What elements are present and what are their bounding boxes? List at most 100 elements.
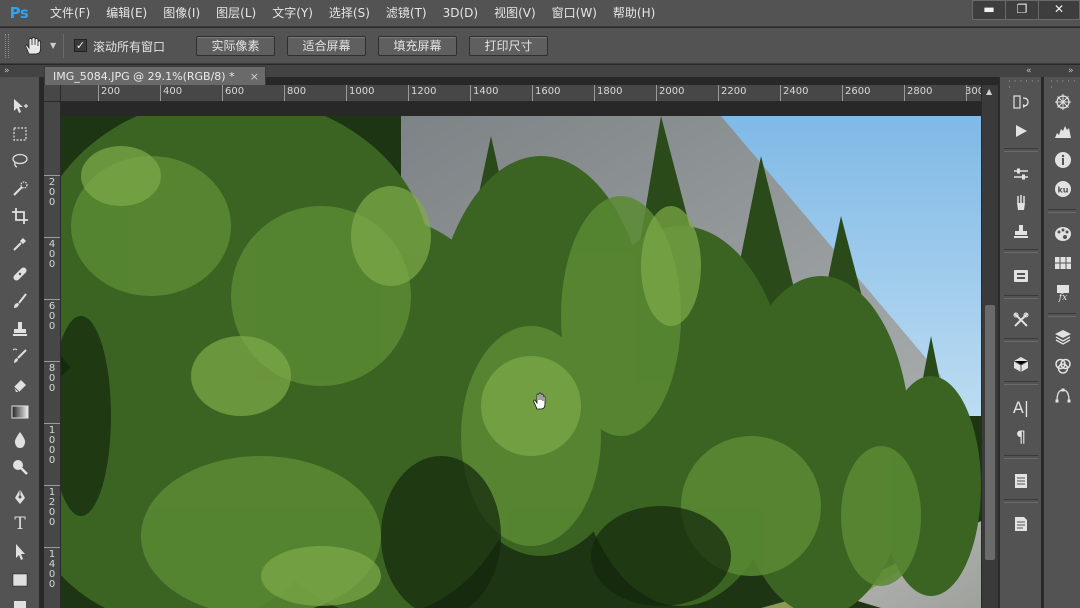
expand-toolbox-icon[interactable]: » (4, 65, 10, 77)
move-tool-icon[interactable] (8, 95, 32, 117)
menu-bar: Ps 文件(F) 编辑(E) 图像(I) 图层(L) 文字(Y) 选择(S) 滤… (0, 0, 1080, 27)
menu-window[interactable]: 窗口(W) (544, 0, 605, 27)
healing-brush-tool-icon[interactable] (8, 263, 32, 285)
menu-image[interactable]: 图像(I) (155, 0, 208, 27)
ruler-tick (718, 85, 719, 101)
layer-comps-icon[interactable] (1007, 511, 1035, 537)
hand-tool-preset-icon[interactable] (22, 36, 44, 56)
notes-panel-icon[interactable] (1007, 468, 1035, 494)
color-panel-icon[interactable] (1049, 221, 1077, 247)
menu-filter[interactable]: 滤镜(T) (378, 0, 435, 27)
dodge-tool-icon[interactable] (8, 456, 32, 478)
ruler-tick (842, 85, 843, 101)
dock-separator (1004, 148, 1038, 152)
preset-dropdown-arrow-icon[interactable]: ▼ (50, 41, 56, 50)
lasso-tool-icon[interactable] (8, 150, 32, 172)
marquee-tool-icon[interactable] (8, 123, 32, 145)
menu-3d[interactable]: 3D(D) (435, 0, 486, 27)
vertical-scrollbar[interactable]: ▲ (981, 85, 998, 608)
svg-text:fx: fx (1058, 293, 1067, 302)
collapse-dock1-icon[interactable]: « (1026, 65, 1032, 77)
close-document-icon[interactable]: × (250, 67, 259, 86)
info-panel-icon[interactable] (1049, 147, 1077, 173)
rectangle-tool-icon[interactable] (8, 569, 32, 591)
swatches-panel-icon[interactable] (1049, 250, 1077, 276)
restore-button[interactable]: ❐ (1005, 0, 1039, 20)
fit-screen-button[interactable]: 适合屏幕 (287, 36, 366, 56)
quick-selection-tool-icon[interactable] (8, 178, 32, 200)
clone-stamp-tool-icon[interactable] (8, 318, 32, 340)
histogram-panel-icon[interactable] (1049, 118, 1077, 144)
menu-view[interactable]: 视图(V) (486, 0, 544, 27)
ruler-tick (656, 85, 657, 101)
kuler-panel-icon[interactable]: ku (1049, 176, 1077, 202)
print-size-button[interactable]: 打印尺寸 (469, 36, 548, 56)
paths-panel-icon[interactable] (1049, 382, 1077, 408)
tool-settings-icon[interactable] (1007, 307, 1035, 333)
menu-edit[interactable]: 编辑(E) (98, 0, 155, 27)
type-tool-icon[interactable]: T (8, 513, 32, 535)
scrollbar-thumb[interactable] (985, 305, 995, 560)
tool-presets-icon[interactable] (1007, 161, 1035, 187)
character-panel-icon[interactable]: A| (1007, 394, 1035, 420)
ruler-label: 2400 (783, 86, 809, 97)
blur-tool-icon[interactable] (8, 429, 32, 451)
ruler-tick (160, 85, 161, 101)
actual-pixels-button[interactable]: 实际像素 (196, 36, 275, 56)
close-window-button[interactable]: ✕ (1038, 0, 1080, 20)
ruler-tick (44, 299, 60, 300)
horizontal-ruler[interactable]: 200 400 600 800 1000 1200 1400 1600 1800… (61, 85, 981, 102)
ruler-origin[interactable] (44, 85, 61, 102)
scroll-up-arrow-icon[interactable]: ▲ (986, 87, 992, 96)
options-grip[interactable] (5, 34, 9, 58)
eyedropper-tool-icon[interactable] (8, 233, 32, 255)
styles-panel-icon[interactable]: fx (1049, 280, 1077, 306)
gradient-tool-icon[interactable] (8, 401, 32, 423)
vertical-ruler[interactable]: 2 0 0 4 0 0 6 0 0 8 0 0 1 0 0 0 1 2 0 0 … (44, 102, 61, 608)
channels-panel-icon[interactable] (1049, 353, 1077, 379)
dock-separator (1004, 499, 1038, 503)
history-panel-icon[interactable] (1007, 89, 1035, 115)
ruler-label: 1200 (411, 86, 437, 97)
menu-file[interactable]: 文件(F) (42, 0, 98, 27)
dock-grip[interactable]: · · · · · · (1050, 78, 1080, 93)
pen-tool-icon[interactable] (8, 486, 32, 508)
collapse-dock2-icon[interactable]: » (1068, 65, 1074, 77)
navigator-panel-icon[interactable] (1049, 89, 1077, 115)
menu-layer[interactable]: 图层(L) (208, 0, 264, 27)
layers-panel-icon[interactable] (1049, 324, 1077, 350)
menu-help[interactable]: 帮助(H) (605, 0, 663, 27)
document-tab-title: IMG_5084.JPG @ 29.1%(RGB/8) * (53, 70, 235, 83)
document-canvas[interactable] (61, 102, 981, 608)
scroll-all-windows-checkbox[interactable]: ✓ (74, 39, 87, 52)
crop-tool-icon[interactable] (8, 205, 32, 227)
photoshop-logo: Ps (9, 4, 29, 22)
dock-separator (1004, 381, 1038, 385)
toolbox: T (0, 77, 40, 608)
brush-presets-icon[interactable] (1007, 190, 1035, 216)
scroll-all-windows-label: 滚动所有窗口 (93, 40, 166, 54)
path-selection-tool-icon[interactable] (8, 541, 32, 563)
menu-type[interactable]: 文字(Y) (264, 0, 321, 27)
ruler-tick (284, 85, 285, 101)
dock-separator (1004, 249, 1038, 253)
hand-tool-icon[interactable] (8, 595, 32, 608)
dock-grip[interactable]: · · · · · · · (1008, 78, 1041, 93)
eraser-tool-icon[interactable] (8, 373, 32, 395)
properties-panel-icon[interactable] (1007, 262, 1035, 288)
ruler-label: 600 (225, 86, 245, 97)
panel-dock-right: · · · · · · ku fx (1043, 77, 1080, 608)
fill-screen-button[interactable]: 填充屏幕 (378, 36, 457, 56)
menu-select[interactable]: 选择(S) (321, 0, 378, 27)
ruler-tick (44, 485, 60, 486)
dock-separator (1004, 455, 1038, 459)
clone-source-icon[interactable] (1007, 219, 1035, 245)
history-brush-tool-icon[interactable] (8, 345, 32, 367)
paragraph-panel-icon[interactable]: ¶ (1007, 423, 1035, 449)
document-tab[interactable]: IMG_5084.JPG @ 29.1%(RGB/8) * × (44, 66, 266, 85)
actions-panel-icon[interactable] (1007, 118, 1035, 144)
ruler-label: 2800 (907, 86, 933, 97)
minimize-button[interactable]: ▬ (972, 0, 1006, 20)
3d-panel-icon[interactable] (1007, 351, 1035, 377)
brush-tool-icon[interactable] (8, 290, 32, 312)
